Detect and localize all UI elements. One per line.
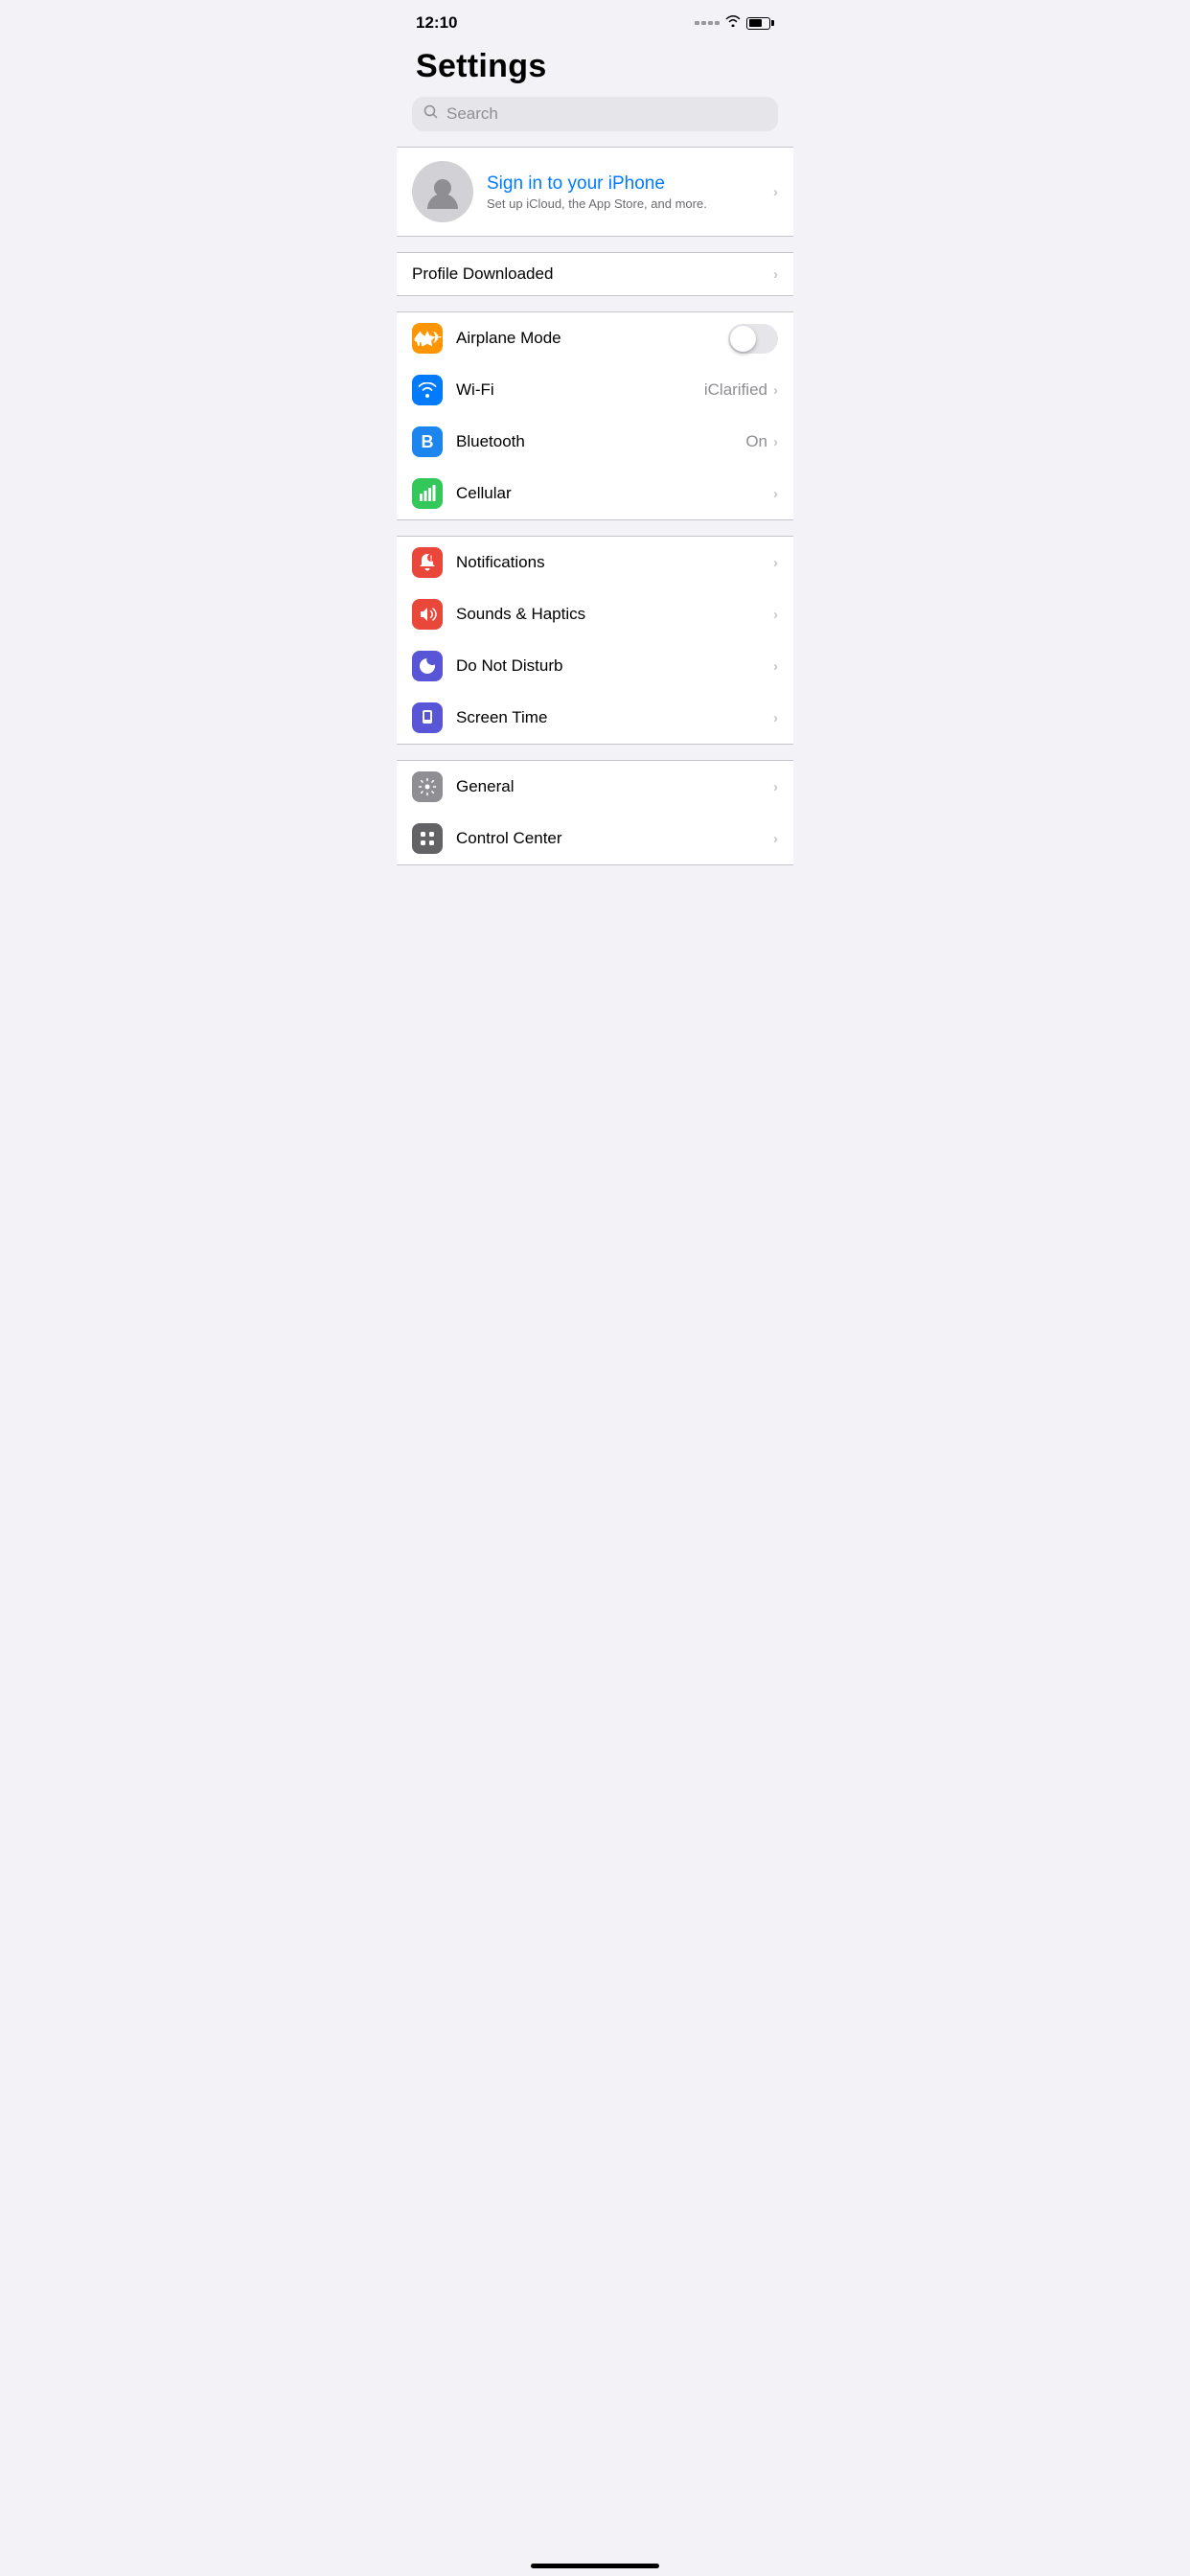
notifications-icon: [412, 547, 443, 578]
general-row[interactable]: General ›: [397, 761, 793, 813]
notifications-row[interactable]: Notifications ›: [397, 537, 793, 588]
general-chevron: ›: [773, 779, 778, 795]
control-center-label: Control Center: [456, 829, 773, 848]
connectivity-section: ✈ Airplane Mode Wi-Fi iClarified › B Blu…: [397, 311, 793, 520]
search-section: Search: [397, 97, 793, 147]
bluetooth-icon: B: [412, 426, 443, 457]
general-icon: [412, 771, 443, 802]
control-center-icon: [412, 823, 443, 854]
bluetooth-chevron: ›: [773, 434, 778, 450]
control-center-chevron: ›: [773, 831, 778, 847]
gap-2: [397, 296, 793, 311]
signin-section[interactable]: Sign in to your iPhone Set up iCloud, th…: [397, 147, 793, 237]
page-title-section: Settings: [397, 40, 793, 97]
status-bar: 12:10: [397, 0, 793, 40]
profile-downloaded-label: Profile Downloaded: [412, 264, 773, 284]
sounds-icon: [412, 599, 443, 630]
screen-time-chevron: ›: [773, 710, 778, 726]
general-label: General: [456, 777, 773, 796]
notifications-section: Notifications › Sounds & Haptics › Do No…: [397, 536, 793, 745]
bluetooth-row[interactable]: B Bluetooth On ›: [397, 416, 793, 468]
do-not-disturb-icon: [412, 651, 443, 681]
screen-time-label: Screen Time: [456, 708, 773, 727]
search-bar[interactable]: Search: [412, 97, 778, 131]
airplane-mode-label: Airplane Mode: [456, 329, 728, 348]
control-center-row[interactable]: Control Center ›: [397, 813, 793, 864]
general-section: General › Control Center ›: [397, 760, 793, 865]
wifi-chevron: ›: [773, 382, 778, 399]
battery-icon: [746, 17, 774, 30]
signin-text: Sign in to your iPhone Set up iCloud, th…: [487, 173, 760, 211]
notifications-label: Notifications: [456, 553, 773, 572]
cellular-chevron: ›: [773, 486, 778, 502]
status-time: 12:10: [416, 13, 457, 33]
profile-chevron: ›: [773, 266, 778, 283]
signin-row[interactable]: Sign in to your iPhone Set up iCloud, th…: [397, 148, 793, 236]
gap-3: [397, 520, 793, 536]
screen-time-icon: [412, 702, 443, 733]
sounds-chevron: ›: [773, 607, 778, 623]
screen-time-row[interactable]: Screen Time ›: [397, 692, 793, 744]
do-not-disturb-label: Do Not Disturb: [456, 656, 773, 676]
home-indicator: [531, 2564, 659, 2568]
airplane-mode-icon: ✈: [412, 323, 443, 354]
bluetooth-value: On: [745, 432, 767, 451]
gap-5: [397, 865, 793, 881]
wifi-label: Wi-Fi: [456, 380, 704, 400]
signin-chevron: ›: [773, 184, 778, 200]
signin-subtitle: Set up iCloud, the App Store, and more.: [487, 196, 760, 211]
signin-title: Sign in to your iPhone: [487, 173, 760, 195]
toggle-knob: [730, 326, 756, 352]
search-icon: [423, 104, 439, 124]
sounds-haptics-row[interactable]: Sounds & Haptics ›: [397, 588, 793, 640]
cellular-label: Cellular: [456, 484, 773, 503]
gap-4: [397, 745, 793, 760]
airplane-mode-toggle[interactable]: [728, 324, 778, 354]
signal-icon: [695, 21, 720, 25]
do-not-disturb-row[interactable]: Do Not Disturb ›: [397, 640, 793, 692]
cellular-icon: [412, 478, 443, 509]
do-not-disturb-chevron: ›: [773, 658, 778, 675]
sounds-haptics-label: Sounds & Haptics: [456, 605, 773, 624]
wifi-settings-icon: [412, 375, 443, 405]
cellular-row[interactable]: Cellular ›: [397, 468, 793, 519]
notifications-chevron: ›: [773, 555, 778, 571]
bluetooth-label: Bluetooth: [456, 432, 745, 451]
airplane-mode-row[interactable]: ✈ Airplane Mode: [397, 312, 793, 364]
wifi-icon: [725, 14, 741, 32]
status-icons: [695, 14, 774, 32]
profile-downloaded-row[interactable]: Profile Downloaded ›: [397, 253, 793, 295]
profile-section[interactable]: Profile Downloaded ›: [397, 252, 793, 296]
search-placeholder: Search: [446, 104, 498, 124]
wifi-value: iClarified: [704, 380, 767, 400]
gap-1: [397, 237, 793, 252]
avatar: [412, 161, 473, 222]
page-title: Settings: [416, 48, 774, 85]
wifi-row[interactable]: Wi-Fi iClarified ›: [397, 364, 793, 416]
